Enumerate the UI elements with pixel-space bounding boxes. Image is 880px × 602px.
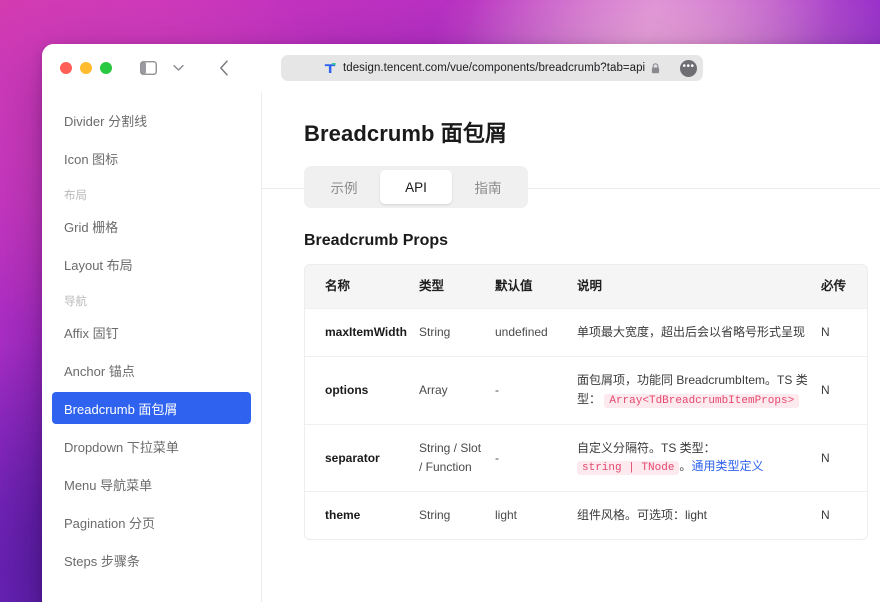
docs-sidebar[interactable]: Divider 分割线 Icon 图标 布局 Grid 栅格 Layout 布局… — [42, 92, 262, 602]
column-header-desc: 说明 — [577, 265, 821, 308]
cell-prop-desc: 自定义分隔符。TS 类型： string | TNode。通用类型定义 — [577, 425, 821, 492]
sidebar-item-label: Pagination 分页 — [64, 513, 155, 532]
sidebar-group-label: 导航 — [64, 293, 87, 309]
column-header-required: 必传 — [821, 265, 867, 308]
cell-prop-type: String — [419, 309, 495, 356]
cell-prop-desc: 组件风格。可选项：light — [577, 492, 821, 539]
cell-prop-default: - — [495, 435, 577, 482]
sidebar-item-label: Grid 栅格 — [64, 217, 118, 236]
address-bar-url: tdesign.tencent.com/vue/components/bread… — [343, 62, 645, 74]
traffic-light-group — [60, 62, 112, 74]
sidebar-item-label: Steps 步骤条 — [64, 551, 140, 570]
cell-prop-desc: 单项最大宽度，超出后会以省略号形式呈现 — [577, 309, 821, 356]
page-title: Breadcrumb 面包屑 — [304, 116, 880, 148]
desc-code: string | TNode — [577, 461, 679, 475]
sidebar-group-layout: 布局 — [52, 182, 251, 208]
cell-prop-default: undefined — [495, 309, 577, 356]
sidebar-group-navigation: 导航 — [52, 288, 251, 314]
tdesign-logo-icon — [323, 61, 337, 75]
tab-examples[interactable]: 示例 — [308, 170, 380, 204]
common-types-link[interactable]: 通用类型定义 — [691, 459, 763, 473]
chevron-down-icon[interactable] — [164, 55, 192, 81]
back-chevron-icon[interactable] — [210, 55, 238, 81]
cell-prop-required: N — [821, 492, 867, 539]
cell-prop-type: Array — [419, 367, 495, 414]
tab-group[interactable]: 示例 API 指南 — [304, 166, 528, 208]
sidebar-item-grid[interactable]: Grid 栅格 — [52, 210, 251, 242]
desc-code: Array<TdBreadcrumbItemProps> — [604, 394, 799, 408]
docs-content: Breadcrumb 面包屑 示例 API 指南 Breadcrumb Prop… — [262, 92, 880, 602]
table-row: theme String light 组件风格。可选项：light N — [305, 492, 867, 539]
sidebar-item-dropdown[interactable]: Dropdown 下拉菜单 — [52, 430, 251, 462]
cell-prop-name: theme — [305, 492, 419, 539]
cell-prop-default: - — [495, 367, 577, 414]
cell-prop-name: separator — [305, 435, 419, 482]
cell-prop-required: N — [821, 309, 867, 356]
sidebar-item-label: Breadcrumb 面包屑 — [64, 399, 177, 418]
desc-text: 单项最大宽度，超出后会以省略号形式呈现 — [577, 325, 805, 339]
address-bar-more-button[interactable]: ••• — [680, 60, 697, 77]
cell-prop-name: options — [305, 367, 419, 414]
sidebar-item-icon[interactable]: Icon 图标 — [52, 142, 251, 174]
sidebar-item-steps[interactable]: Steps 步骤条 — [52, 544, 251, 576]
page-body: Divider 分割线 Icon 图标 布局 Grid 栅格 Layout 布局… — [42, 92, 880, 602]
sidebar-item-label: Divider 分割线 — [64, 111, 147, 130]
cell-prop-type: String — [419, 492, 495, 539]
maximize-window-button[interactable] — [100, 62, 112, 74]
tab-label: API — [405, 180, 427, 195]
desktop-wallpaper: tdesign.tencent.com/vue/components/bread… — [0, 0, 880, 602]
table-header-row: 名称 类型 默认值 说明 必传 — [305, 265, 867, 309]
column-header-name: 名称 — [305, 265, 419, 308]
lock-icon — [651, 63, 660, 74]
cell-prop-required: N — [821, 435, 867, 482]
column-header-default: 默认值 — [495, 265, 577, 308]
props-table: 名称 类型 默认值 说明 必传 maxItemWidth String unde… — [304, 264, 868, 540]
sidebar-item-label: Layout 布局 — [64, 255, 133, 274]
sidebar-item-anchor[interactable]: Anchor 锚点 — [52, 354, 251, 386]
desc-text: 组件风格。可选项：light — [577, 508, 707, 522]
cell-prop-type: String / Slot / Function — [419, 425, 495, 490]
sidebar-item-pagination[interactable]: Pagination 分页 — [52, 506, 251, 538]
sidebar-item-menu[interactable]: Menu 导航菜单 — [52, 468, 251, 500]
sidebar-item-layout[interactable]: Layout 布局 — [52, 248, 251, 280]
sidebar-item-label: Icon 图标 — [64, 149, 118, 168]
minimize-window-button[interactable] — [80, 62, 92, 74]
section-title: Breadcrumb Props — [304, 232, 880, 250]
browser-titlebar: tdesign.tencent.com/vue/components/bread… — [42, 44, 880, 92]
sidebar-item-divider[interactable]: Divider 分割线 — [52, 104, 251, 136]
sidebar-item-label: Affix 固钉 — [64, 323, 119, 342]
tab-api[interactable]: API — [380, 170, 452, 204]
browser-window: tdesign.tencent.com/vue/components/bread… — [42, 44, 880, 602]
tabs-row: 示例 API 指南 — [304, 166, 880, 210]
cell-prop-default: light — [495, 492, 577, 539]
browser-toolbar-icons — [134, 55, 238, 81]
cell-prop-name: maxItemWidth — [305, 309, 419, 356]
sidebar-group-label: 布局 — [64, 187, 87, 203]
address-bar[interactable]: tdesign.tencent.com/vue/components/bread… — [281, 55, 703, 81]
sidebar-item-affix[interactable]: Affix 固钉 — [52, 316, 251, 348]
desc-separator: 。 — [679, 459, 691, 473]
sidebar-item-label: Anchor 锚点 — [64, 361, 135, 380]
desc-text: 自定义分隔符。TS 类型： — [577, 441, 716, 455]
sidebar-toggle-icon[interactable] — [134, 55, 162, 81]
sidebar-item-label: Menu 导航菜单 — [64, 475, 152, 494]
tab-guide[interactable]: 指南 — [452, 170, 524, 204]
content-bottom-spacer — [304, 540, 880, 580]
cell-prop-required: N — [821, 367, 867, 414]
close-window-button[interactable] — [60, 62, 72, 74]
tab-label: 指南 — [475, 177, 502, 197]
table-row: separator String / Slot / Function - 自定义… — [305, 425, 867, 493]
sidebar-item-label: Dropdown 下拉菜单 — [64, 437, 179, 456]
table-row: options Array - 面包屑项，功能同 BreadcrumbItem。… — [305, 357, 867, 425]
sidebar-item-breadcrumb[interactable]: Breadcrumb 面包屑 — [52, 392, 251, 424]
column-header-type: 类型 — [419, 265, 495, 308]
cell-prop-desc: 面包屑项，功能同 BreadcrumbItem。TS 类型： Array<TdB… — [577, 357, 821, 424]
table-row: maxItemWidth String undefined 单项最大宽度，超出后… — [305, 309, 867, 357]
tab-label: 示例 — [331, 177, 358, 197]
